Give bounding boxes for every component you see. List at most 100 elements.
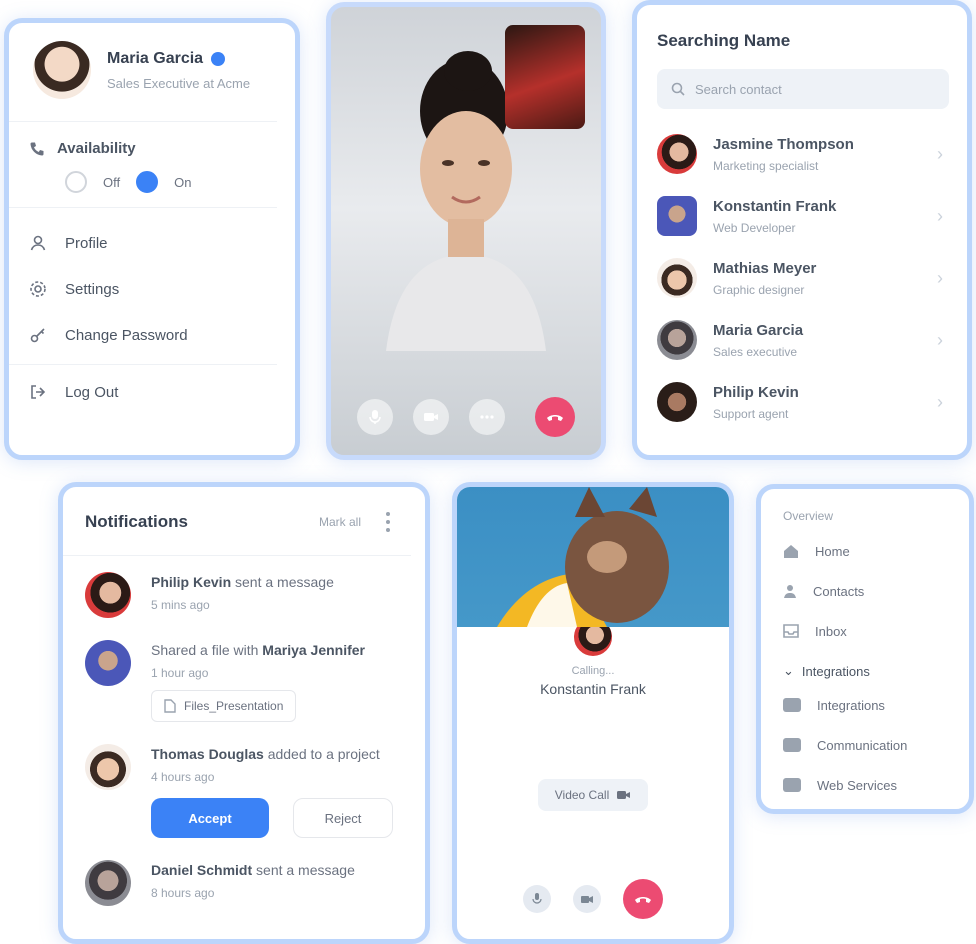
microphone-icon	[532, 893, 542, 904]
contact-list-item[interactable]: Jasmine Thompson Marketing specialist ›	[637, 123, 967, 185]
file-attachment[interactable]: Files_Presentation	[151, 690, 297, 722]
nav-group-toggle[interactable]: ⌄ Integrations	[761, 651, 969, 685]
nav-item-communication[interactable]: Communication	[761, 725, 969, 765]
end-call-button[interactable]	[535, 397, 575, 437]
avatar[interactable]	[33, 41, 91, 99]
notification-item[interactable]: Shared a file with Mariya Jennifer 1 hou…	[63, 624, 425, 728]
menu-item-profile[interactable]: Profile	[29, 220, 257, 266]
profile-menu-card: Maria Garcia Sales Executive at Acme Ava…	[4, 18, 300, 460]
menu-item-change-password[interactable]: Change Password	[29, 312, 257, 358]
availability-off-label: Off	[103, 174, 121, 190]
self-view-thumbnail[interactable]	[505, 25, 585, 129]
mute-button[interactable]	[523, 885, 551, 913]
chevron-right-icon: ›	[937, 391, 943, 412]
caller-cover-image	[457, 487, 729, 627]
mark-all-link[interactable]: Mark all	[319, 515, 361, 529]
phone-icon	[29, 141, 45, 157]
inbox-icon	[783, 624, 799, 638]
avatar	[85, 744, 131, 790]
contact-list-item[interactable]: Mathias Meyer Graphic designer ›	[637, 247, 967, 309]
more-options-button[interactable]	[469, 399, 505, 435]
call-type-chip: Video Call	[538, 779, 648, 811]
user-icon	[29, 234, 47, 252]
file-name: Files_Presentation	[184, 699, 284, 713]
phone-hangup-icon	[547, 415, 563, 421]
grid-icon	[783, 698, 801, 712]
avatar	[657, 134, 697, 174]
contact-name: Jasmine Thompson	[713, 135, 854, 153]
video-camera-icon	[424, 413, 438, 421]
microphone-icon	[369, 410, 381, 424]
chevron-right-icon: ›	[937, 329, 943, 350]
notification-time: 1 hour ago	[151, 666, 209, 680]
contact-role: Marketing specialist	[713, 158, 819, 173]
notifications-header: Notifications Mark all	[63, 487, 411, 556]
availability-on-label: On	[174, 174, 192, 190]
availability-on-radio[interactable]	[136, 171, 159, 193]
accept-button[interactable]: Accept	[151, 798, 269, 838]
nav-item-web-services[interactable]: Web Services	[761, 765, 969, 805]
reject-button[interactable]: Reject	[293, 798, 393, 838]
nav-item-label: Integrations	[817, 697, 885, 713]
nav-item-label: Contacts	[813, 583, 865, 599]
notification-item[interactable]: Daniel Schmidt sent a message 8 hours ag…	[63, 844, 425, 912]
cover-illustration	[497, 487, 669, 627]
mute-button[interactable]	[357, 399, 393, 435]
camera-button[interactable]	[573, 885, 601, 913]
search-placeholder: Search contact	[695, 81, 782, 97]
notification-action: Shared a file with	[151, 642, 259, 658]
contact-role: Support agent	[713, 406, 789, 421]
logout-button[interactable]: Log Out	[9, 365, 295, 419]
nav-item-label: Communication	[817, 737, 908, 753]
notification-actor: Philip Kevin	[151, 574, 232, 590]
kebab-menu-icon[interactable]	[383, 507, 393, 537]
caller-name: Konstantin Frank	[540, 681, 646, 697]
more-icon	[480, 415, 494, 419]
profile-header: Maria Garcia Sales Executive at Acme	[9, 23, 277, 122]
nav-item-label: Home	[815, 543, 850, 559]
chevron-right-icon: ›	[937, 267, 943, 288]
caller-info: Calling... Konstantin Frank	[457, 615, 729, 697]
contact-list-item[interactable]: Maria Garcia Sales executive ›	[637, 309, 967, 371]
nav-item-label: Inbox	[815, 623, 847, 639]
decline-call-button[interactable]	[623, 879, 663, 919]
contacts-title: Searching Name	[657, 31, 791, 50]
menu-item-label: Profile	[65, 234, 108, 252]
video-call-card	[326, 2, 606, 460]
contact-name: Maria Garcia	[713, 321, 804, 339]
profile-name: Maria Garcia	[107, 49, 204, 67]
video-camera-icon	[581, 895, 593, 903]
profile-subtitle: Sales Executive at Acme	[107, 75, 251, 91]
notification-item[interactable]: Philip Kevin sent a message 5 mins ago	[63, 556, 425, 624]
camera-button[interactable]	[413, 399, 449, 435]
incoming-call-card: Calling... Konstantin Frank Video Call	[452, 482, 734, 944]
availability-off-radio[interactable]	[65, 171, 87, 193]
notification-actor: Mariya Jennifer	[262, 642, 366, 658]
menu-item-settings[interactable]: Settings	[29, 266, 257, 312]
notification-action: sent a message	[256, 862, 355, 878]
contact-search-input[interactable]: Search contact	[657, 69, 949, 109]
call-type-label: Video Call	[554, 788, 610, 802]
nav-item-inbox[interactable]: Inbox	[761, 611, 969, 651]
phone-hangup-icon	[635, 897, 651, 903]
contact-name: Mathias Meyer	[713, 259, 817, 277]
contact-search-card: Searching Name Search contact Jasmine Th…	[632, 0, 972, 460]
nav-item-contacts[interactable]: Contacts	[761, 571, 969, 611]
notification-item[interactable]: Thomas Douglas added to a project 4 hour…	[63, 728, 425, 844]
notification-time: 4 hours ago	[151, 770, 215, 784]
home-icon	[784, 545, 798, 558]
contact-role: Graphic designer	[713, 282, 805, 297]
logout-icon	[29, 383, 47, 401]
notification-time: 8 hours ago	[151, 886, 215, 900]
contact-list-item[interactable]: Konstantin Frank Web Developer ›	[637, 185, 967, 247]
nav-item-integrations[interactable]: Integrations	[761, 685, 969, 725]
avatar	[657, 382, 697, 422]
avatar	[657, 196, 697, 236]
notification-actor: Daniel Schmidt	[151, 862, 253, 878]
avatar	[85, 860, 131, 906]
contact-list-item[interactable]: Philip Kevin Support agent ›	[637, 371, 967, 433]
notifications-title: Notifications	[85, 512, 188, 531]
avatar	[657, 258, 697, 298]
avatar	[657, 320, 697, 360]
nav-item-home[interactable]: Home	[761, 531, 969, 571]
